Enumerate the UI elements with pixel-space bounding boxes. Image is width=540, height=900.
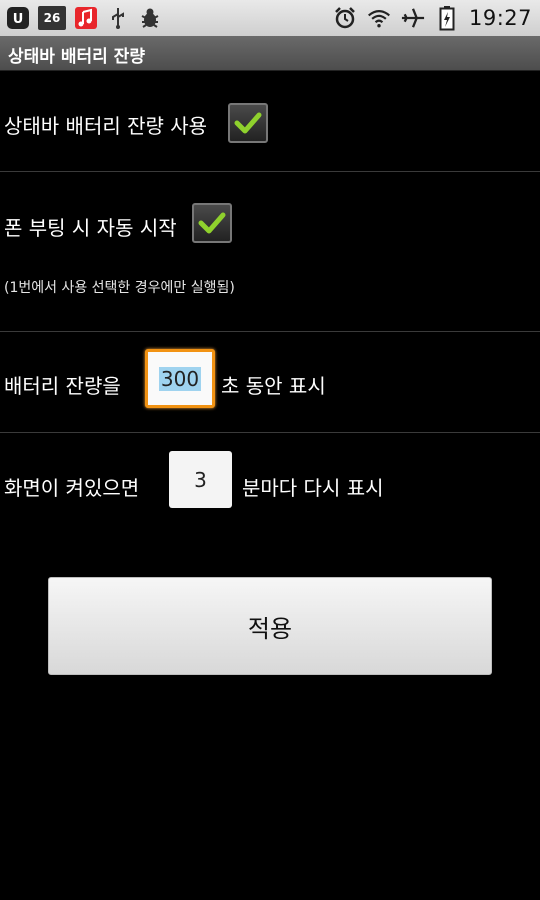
status-bar: U 26 19:27 — [0, 0, 540, 36]
divider — [0, 171, 540, 172]
display-seconds-value: 300 — [158, 366, 202, 391]
boot-start-checkbox[interactable] — [192, 203, 232, 243]
display-seconds-input[interactable]: 300 — [145, 349, 215, 408]
calendar-date: 26 — [43, 11, 61, 25]
repeat-minutes-value: 3 — [194, 467, 207, 492]
repeat-prefix-label: 화면이 켜있으면 — [4, 476, 140, 500]
status-clock: 19:27 — [468, 6, 532, 30]
repeat-suffix-label: 분마다 다시 표시 — [242, 476, 384, 500]
divider — [0, 432, 540, 433]
apply-button[interactable]: 적용 — [48, 577, 492, 675]
alarm-icon — [333, 6, 357, 30]
battery-icon — [435, 6, 459, 31]
check-icon — [198, 212, 226, 234]
notification-icons: U 26 — [6, 5, 162, 31]
boot-note: (1번에서 사용 선택한 경우에만 실행됨) — [4, 280, 235, 296]
wifi-icon — [367, 6, 391, 30]
display-suffix-label: 초 동안 표시 — [221, 374, 326, 398]
divider — [0, 331, 540, 332]
system-icons: 19:27 — [333, 4, 532, 32]
boot-start-label: 폰 부팅 시 자동 시작 — [4, 216, 177, 240]
title-bar: 상태바 배터리 잔량 — [0, 36, 540, 71]
airplane-icon — [401, 6, 425, 30]
apply-button-label: 적용 — [247, 614, 293, 643]
music-icon — [74, 6, 98, 30]
use-statusbar-label: 상태바 배터리 잔량 사용 — [4, 114, 208, 138]
use-statusbar-checkbox[interactable] — [228, 103, 268, 143]
check-icon — [234, 112, 262, 134]
repeat-minutes-input[interactable]: 3 — [169, 451, 232, 508]
page-title: 상태바 배터리 잔량 — [8, 47, 145, 67]
svg-text:U: U — [13, 12, 24, 27]
usb-icon — [106, 6, 130, 30]
ut-icon: U — [6, 6, 30, 30]
display-prefix-label: 배터리 잔량을 — [4, 374, 121, 398]
bug-icon — [138, 6, 162, 30]
calendar-icon: 26 — [38, 6, 66, 30]
